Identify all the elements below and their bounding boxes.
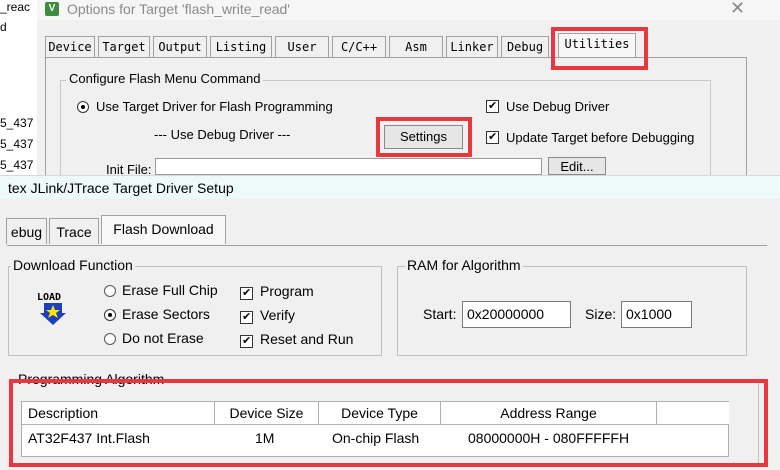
- verify-checkbox[interactable]: [240, 311, 253, 324]
- erase-full-chip-label: Erase Full Chip: [122, 282, 218, 298]
- options-window-title: Options for Target 'flash_write_read': [67, 1, 290, 17]
- tab-linker[interactable]: Linker: [446, 36, 498, 57]
- tab-debug-partial[interactable]: ebug: [6, 218, 47, 244]
- use-target-driver-radio[interactable]: [77, 101, 89, 113]
- ram-for-algorithm-title: RAM for Algorithm: [405, 257, 523, 273]
- row-device-size: 1M: [255, 430, 275, 446]
- tab-listing[interactable]: Listing: [210, 36, 272, 57]
- tab-utilities[interactable]: Utilities: [558, 33, 636, 58]
- row-address-range: 08000000H - 080FFFFFH: [468, 430, 630, 446]
- keil-app-icon: V: [45, 2, 59, 16]
- debug-driver-caption: --- Use Debug Driver ---: [154, 127, 291, 142]
- options-title-bar: V Options for Target 'flash_write_read' …: [37, 0, 780, 20]
- edit-button[interactable]: Edit...: [548, 157, 606, 175]
- jlink-setup-window-title: tex JLink/JTrace Target Driver Setup: [8, 180, 234, 196]
- verify-label: Verify: [260, 307, 296, 323]
- col-description[interactable]: Description: [22, 402, 215, 425]
- reset-and-run-checkbox[interactable]: [240, 335, 253, 348]
- row-device-type: On-chip Flash: [332, 430, 420, 446]
- configure-flash-group-title: Configure Flash Menu Command: [66, 71, 264, 86]
- program-label: Program: [260, 283, 314, 299]
- col-empty: [657, 402, 729, 425]
- tab-output[interactable]: Output: [153, 36, 207, 57]
- tab-device[interactable]: Device: [45, 36, 95, 57]
- programming-algorithm-table: Description Device Size Device Type Addr…: [21, 401, 729, 457]
- update-target-label: Update Target before Debugging: [506, 130, 695, 145]
- settings-button[interactable]: Settings: [384, 125, 463, 149]
- program-checkbox[interactable]: [240, 287, 253, 300]
- strip-text-1: d: [0, 20, 7, 34]
- download-function-title: Download Function: [11, 257, 135, 273]
- jlink-setup-title-bar: tex JLink/JTrace Target Driver Setup: [0, 175, 780, 200]
- col-device-size[interactable]: Device Size: [215, 402, 319, 425]
- strip-text-2: 5_437: [0, 116, 34, 130]
- use-debug-driver-label: Use Debug Driver: [506, 99, 610, 114]
- row-description: AT32F437 Int.Flash: [28, 430, 150, 446]
- do-not-erase-label: Do not Erase: [122, 330, 204, 346]
- ram-start-input[interactable]: 0x20000000: [462, 301, 571, 328]
- ram-size-input[interactable]: 0x1000: [621, 301, 692, 328]
- strip-text-4: 5_437: [0, 158, 34, 172]
- tab-debug[interactable]: Debug: [501, 36, 549, 57]
- background-editor-strip: _reac d 5_437 5_437 5_437: [0, 0, 38, 175]
- col-device-type[interactable]: Device Type: [319, 402, 441, 425]
- init-file-input[interactable]: [155, 158, 542, 175]
- strip-text-3: 5_437: [0, 137, 34, 151]
- erase-sectors-radio[interactable]: [104, 309, 116, 321]
- reset-and-run-label: Reset and Run: [260, 331, 354, 347]
- erase-sectors-label: Erase Sectors: [122, 306, 210, 322]
- update-target-checkbox[interactable]: [486, 131, 499, 144]
- do-not-erase-radio[interactable]: [104, 333, 116, 345]
- tab-asm[interactable]: Asm: [389, 36, 443, 57]
- use-target-driver-label: Use Target Driver for Flash Programming: [96, 99, 333, 114]
- use-debug-driver-checkbox[interactable]: [486, 100, 499, 113]
- strip-text-0: _reac: [0, 0, 31, 14]
- load-icon: LOAD: [37, 292, 66, 325]
- tab-flash-download[interactable]: Flash Download: [101, 215, 226, 244]
- tab-trace[interactable]: Trace: [49, 218, 99, 244]
- col-address-range[interactable]: Address Range: [441, 402, 657, 425]
- close-icon[interactable]: ✕: [730, 0, 745, 18]
- erase-full-chip-radio[interactable]: [104, 285, 116, 297]
- ram-size-label: Size:: [585, 306, 617, 322]
- tab-user[interactable]: User: [275, 36, 329, 57]
- tab-cpp[interactable]: C/C++: [332, 36, 386, 57]
- ram-start-label: Start:: [423, 306, 457, 322]
- svg-text:LOAD: LOAD: [37, 292, 61, 303]
- tab-target[interactable]: Target: [98, 36, 150, 57]
